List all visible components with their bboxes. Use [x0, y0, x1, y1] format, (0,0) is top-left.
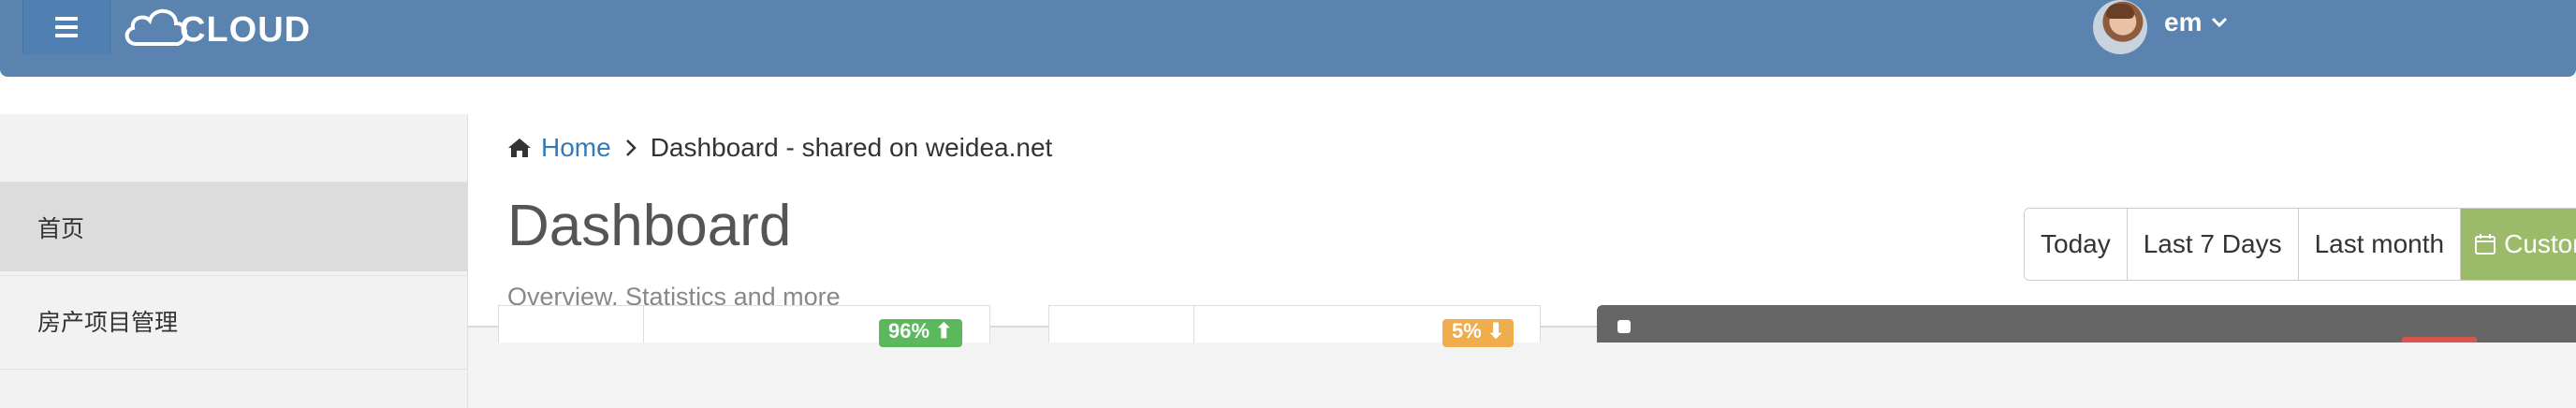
range-custom-button[interactable]: Custom — [2461, 209, 2576, 280]
sidebar-item-home[interactable]: 首页 — [0, 182, 468, 271]
hamburger-menu-icon — [55, 17, 78, 37]
range-last-month-button[interactable]: Last month — [2298, 209, 2462, 280]
stat-badge-up: 96% ⬆ — [879, 319, 962, 347]
avatar[interactable] — [2093, 0, 2147, 54]
home-icon — [508, 138, 531, 157]
sidebar-item-property-management[interactable]: 房产项目管理 — [0, 275, 468, 365]
chevron-down-icon[interactable] — [2211, 17, 2228, 28]
breadcrumb: Home Dashboard - shared on weidea.net — [507, 133, 1052, 163]
range-today-button[interactable]: Today — [2025, 209, 2128, 280]
sidebar-item-next[interactable] — [0, 369, 468, 408]
stat-card-divider — [643, 306, 644, 343]
user-name[interactable]: em — [2164, 7, 2202, 37]
date-range-selector: Today Last 7 Days Last month Custom — [2024, 208, 2576, 281]
calendar-icon — [2475, 234, 2496, 255]
panel-badge — [2402, 337, 2477, 342]
range-last-7-days-button[interactable]: Last 7 Days — [2127, 209, 2299, 280]
sidebar: 首页 房产项目管理 — [0, 114, 468, 408]
sidebar-item-label: 房产项目管理 — [37, 309, 179, 336]
logo-text: CLOUD — [180, 9, 312, 50]
range-custom-label: Custom — [2504, 229, 2576, 258]
dark-panel-header — [1597, 305, 2576, 342]
main-content: Home Dashboard - shared on weidea.net Da… — [468, 77, 2576, 408]
sidebar-item-label: 首页 — [37, 215, 85, 242]
breadcrumb-current: Dashboard - shared on weidea.net — [650, 133, 1053, 162]
stat-card-2: 5% ⬇ — [1048, 305, 1541, 347]
panel-icon — [1617, 320, 1631, 333]
top-navbar: CLOUD em — [0, 0, 2576, 77]
hamburger-menu-button[interactable] — [22, 0, 110, 54]
user-menu[interactable]: em — [2093, 0, 2228, 54]
stat-card-1: 96% ⬆ — [498, 305, 990, 347]
logo[interactable]: CLOUD — [120, 2, 311, 51]
chevron-right-icon — [625, 139, 637, 156]
page-title: Dashboard — [507, 194, 792, 258]
stat-badge-down: 5% ⬇ — [1442, 319, 1515, 347]
stat-card-divider — [1193, 306, 1194, 343]
breadcrumb-home-link[interactable]: Home — [541, 133, 611, 163]
